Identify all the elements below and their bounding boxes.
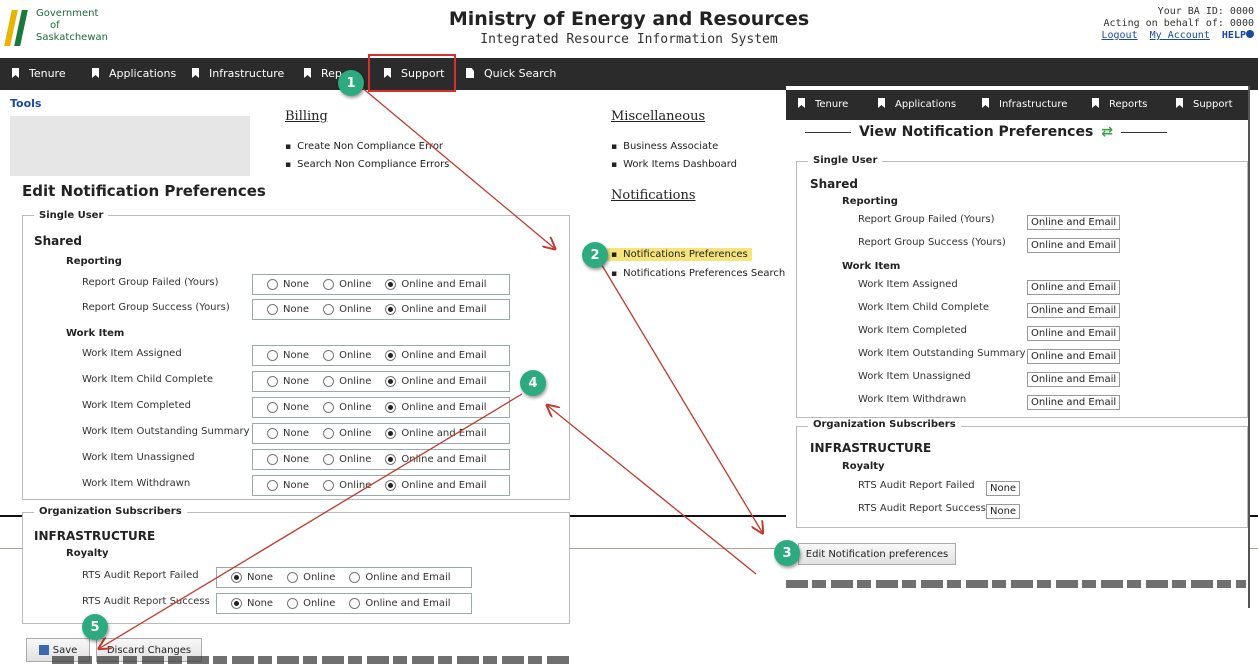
arrow-2-to-3	[599, 261, 762, 532]
arrow-1-to-2	[359, 85, 554, 248]
callout-5: 5	[82, 614, 108, 640]
callout-1: 1	[338, 70, 364, 96]
annotation-arrows	[0, 85, 1258, 664]
callout-3: 3	[774, 540, 800, 566]
arrow-4-to-5	[100, 393, 523, 648]
callout-4: 4	[520, 370, 546, 396]
callout-2: 2	[582, 242, 608, 268]
arrow-3-to-4	[548, 406, 757, 575]
